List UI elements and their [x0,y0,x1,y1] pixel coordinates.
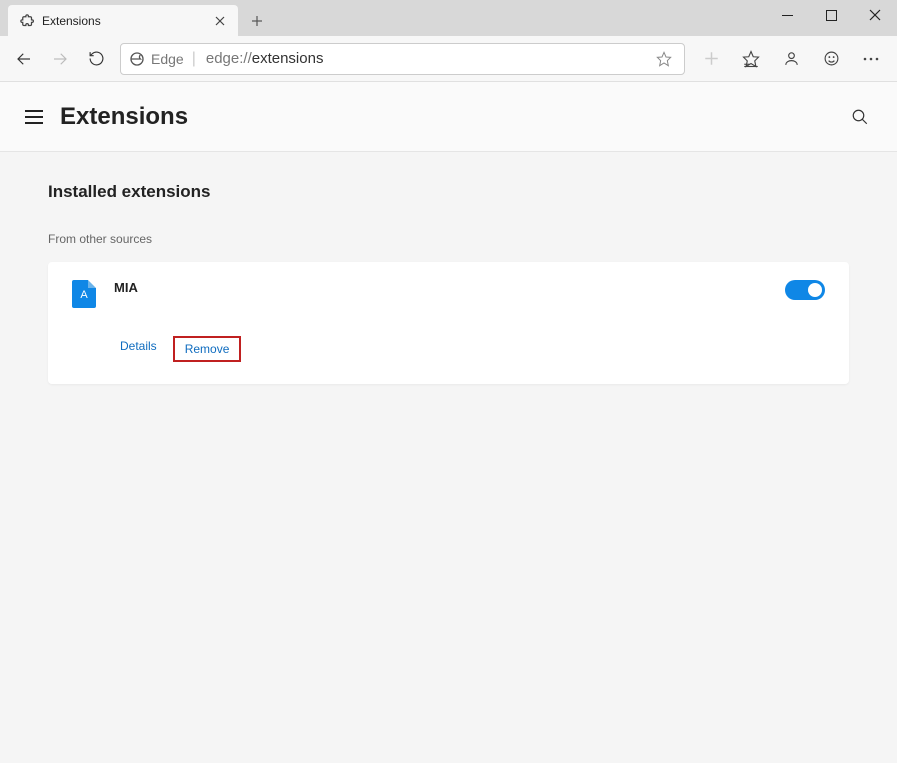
address-bar[interactable]: Edge | edge://extensions [120,43,685,75]
page-title: Extensions [60,103,845,131]
installed-extensions-heading: Installed extensions [48,182,849,202]
address-text: edge://extensions [206,50,652,67]
close-window-button[interactable] [853,0,897,30]
address-separator: | [192,50,196,68]
feedback-smiley-icon[interactable] [811,41,851,77]
extension-card: A MIA Details Remove [48,262,849,384]
extension-toggle[interactable] [785,280,825,300]
forward-button[interactable] [42,41,78,77]
favorite-star-icon[interactable] [652,47,676,71]
edge-icon [129,51,145,67]
window-controls [765,0,897,36]
page-header: Extensions [0,82,897,152]
browser-toolbar: Edge | edge://extensions [0,36,897,82]
tab-close-button[interactable] [212,13,228,29]
maximize-button[interactable] [809,0,853,30]
extension-name: MIA [114,280,785,295]
profile-button[interactable] [771,41,811,77]
menu-more-button[interactable] [851,41,891,77]
remove-link[interactable]: Remove [173,336,242,362]
back-button[interactable] [6,41,42,77]
minimize-button[interactable] [765,0,809,30]
new-tab-button[interactable] [242,6,272,36]
add-button[interactable] [691,41,731,77]
source-label: From other sources [48,232,849,246]
favorites-button[interactable] [731,41,771,77]
refresh-button[interactable] [78,41,114,77]
browser-tab[interactable]: Extensions [8,5,238,36]
details-link[interactable]: Details [114,336,163,362]
address-label: Edge [151,51,184,67]
search-button[interactable] [845,102,875,132]
titlebar: Extensions [0,0,897,36]
extension-icon: A [72,280,96,308]
hamburger-menu-button[interactable] [22,105,46,129]
tab-title: Extensions [42,14,212,28]
extension-puzzle-icon [18,13,34,29]
content-area: Installed extensions From other sources … [0,152,897,414]
